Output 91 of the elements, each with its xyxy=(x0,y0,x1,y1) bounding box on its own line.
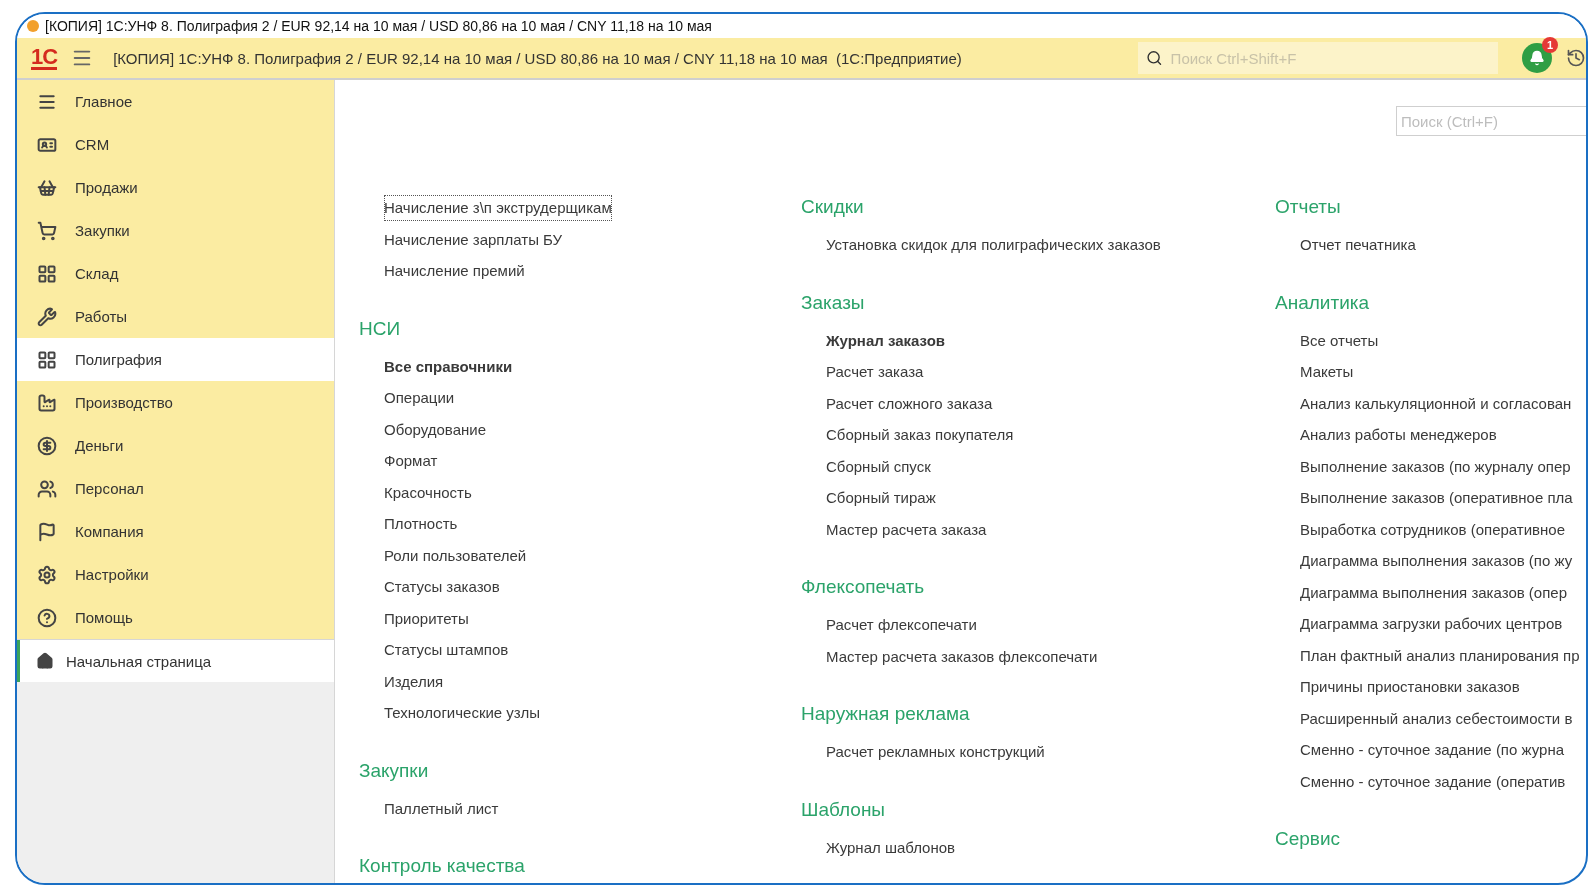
settings-icon xyxy=(37,564,57,585)
notifications-button[interactable] xyxy=(1522,43,1552,73)
menu-link[interactable]: Диаграмма выполнения заказов (опер xyxy=(1297,576,1570,608)
users-icon xyxy=(37,478,57,499)
menu-link[interactable]: Мастер расчета заказа xyxy=(823,513,990,545)
menu-link[interactable]: Сборный спуск xyxy=(823,450,934,482)
sidebar-item[interactable]: Настройки xyxy=(17,553,334,596)
menu-link[interactable]: Сборный тираж xyxy=(823,482,939,514)
section-heading: Аналитика xyxy=(1275,291,1370,314)
sidebar-item[interactable]: Работы xyxy=(17,295,334,338)
bell-icon xyxy=(1529,50,1545,66)
squares-icon xyxy=(37,349,57,370)
basket-icon xyxy=(37,177,57,198)
help-icon xyxy=(37,607,57,628)
app-icon xyxy=(27,20,39,32)
grid-icon xyxy=(37,263,57,284)
menu-link[interactable]: Причины приостановки заказов xyxy=(1297,671,1523,703)
menu-link[interactable]: Отчет печатника xyxy=(1297,229,1419,261)
sidebar-item[interactable]: Компания xyxy=(17,510,334,553)
menu-link[interactable]: Анализ работы менеджеров xyxy=(1297,419,1500,451)
menu-link[interactable]: Операции xyxy=(381,382,458,414)
sidebar-item[interactable]: Производство xyxy=(17,381,334,424)
window-title: [КОПИЯ] 1С:УНФ 8. Полиграфия 2 / EUR 92,14 на 10 мая / USD 80,86 на 10 мая / CNY 11,18 на 10 мая xyxy=(45,18,712,34)
menu-link[interactable]: Расчет рекламных конструкций xyxy=(823,736,1048,768)
section-heading: НСИ xyxy=(359,317,401,340)
flag-icon xyxy=(37,521,57,542)
section-heading: Отчеты xyxy=(1275,196,1341,218)
menu-link[interactable]: Формат xyxy=(381,445,441,477)
sidebar-item[interactable]: Деньги xyxy=(17,424,334,467)
menu-link[interactable]: Диаграмма загрузки рабочих центров xyxy=(1297,608,1566,640)
logo: 1С xyxy=(31,46,58,70)
menu-link[interactable]: Выполнение заказов (по журналу опер xyxy=(1297,450,1574,482)
notification-count: 1 xyxy=(1542,37,1558,53)
menu-link[interactable]: Красочность xyxy=(381,476,475,508)
menu-link[interactable]: Сборный заказ покупателя xyxy=(823,419,1017,451)
menu-link[interactable]: Все справочники xyxy=(381,350,516,382)
sidebar-item[interactable]: Склад xyxy=(17,252,334,295)
menu-link[interactable]: Макеты xyxy=(1297,356,1357,388)
sidebar-item[interactable]: Главное xyxy=(17,80,334,123)
sidebar-item[interactable]: Помощь xyxy=(17,596,334,639)
factory-icon xyxy=(37,392,57,413)
open-window-item[interactable]: Начальная страница xyxy=(17,640,334,682)
menu-link[interactable]: Паллетный лист xyxy=(381,792,502,824)
sidebar-item[interactable]: CRM xyxy=(17,123,334,166)
menu-link[interactable]: Плотность xyxy=(381,508,461,540)
menu-link[interactable]: Расчет сложного заказа xyxy=(823,387,996,419)
section-heading: Сервис xyxy=(1275,828,1341,850)
section-heading: Закупки xyxy=(359,759,429,782)
sidebar-item[interactable]: Закупки xyxy=(17,209,334,252)
menu-link[interactable]: Статусы заказов xyxy=(381,571,503,603)
menu-link[interactable]: Выполнение заказов (оперативное пла xyxy=(1297,482,1576,514)
menu-link[interactable]: Начисление зарплаты БУ xyxy=(381,223,566,255)
menu-link[interactable]: Анализ калькуляционной и согласован xyxy=(1297,387,1575,419)
history-icon[interactable] xyxy=(1566,48,1586,68)
menu-link[interactable]: Установка скидок для полиграфических заказов xyxy=(823,229,1164,261)
menu-link[interactable]: Выработка сотрудников (оперативное xyxy=(1297,513,1569,545)
section-heading: Шаблоны xyxy=(801,798,886,821)
menu-link[interactable]: Изделия xyxy=(381,665,447,697)
menu-link[interactable]: Сменно - суточное задание (по журна xyxy=(1297,734,1567,766)
menu-link[interactable]: Статусы штампов xyxy=(381,634,512,666)
home-icon xyxy=(36,652,54,670)
section-heading: Контроль качества xyxy=(359,855,525,877)
section-heading: Скидки xyxy=(801,196,864,218)
search-icon xyxy=(1146,49,1163,67)
sidebar-item[interactable]: Полиграфия xyxy=(17,338,334,381)
menu-link[interactable]: Приоритеты xyxy=(381,602,472,634)
section-heading: Заказы xyxy=(801,291,865,314)
menu-link[interactable]: Начисление премий xyxy=(381,255,528,287)
sidebar-item[interactable]: Персонал xyxy=(17,467,334,510)
menu-link[interactable]: План фактный анализ планирования пр xyxy=(1297,639,1583,671)
menu-link[interactable]: Расширенный анализ себестоимости в xyxy=(1297,702,1576,734)
menu-link[interactable]: Диаграмма выполнения заказов (по жу xyxy=(1297,545,1576,577)
menu-link[interactable]: Все отчеты xyxy=(1297,324,1382,356)
sidebar-item[interactable]: Продажи xyxy=(17,166,334,209)
menu-link[interactable]: Журнал заказов xyxy=(823,324,949,356)
menu-link[interactable]: Начисление з\п экструдерщикам xyxy=(381,192,615,224)
menu-link[interactable]: Роли пользователей xyxy=(381,539,530,571)
search-field[interactable]: Поиск (Ctrl+F) xyxy=(1396,106,1586,136)
section-heading: Флексопечать xyxy=(801,576,925,598)
coin-icon xyxy=(37,435,57,456)
cart-icon xyxy=(37,220,57,241)
menu-link[interactable]: Оборудование xyxy=(381,413,490,445)
menu-link[interactable]: Технологические узлы xyxy=(381,697,544,729)
menu-link[interactable]: Сменно - суточное задание (оператив xyxy=(1297,765,1569,797)
menu-link[interactable]: Мастер расчета заказов флексопечати xyxy=(823,640,1101,672)
wrench-icon xyxy=(37,306,57,327)
app-title: [КОПИЯ] 1С:УНФ 8. Полиграфия 2 / EUR 92,14 на 10 мая / USD 80,86 на 10 мая / CNY 11,18 на 10 мая (1С:Предприятие) xyxy=(113,49,963,67)
menu-link[interactable]: Расчет флексопечати xyxy=(823,609,980,641)
menu-link[interactable]: Расчет заказа xyxy=(823,356,927,388)
section-heading: Наружная реклама xyxy=(801,703,970,725)
menu-link[interactable]: Журнал шаблонов xyxy=(823,831,959,863)
